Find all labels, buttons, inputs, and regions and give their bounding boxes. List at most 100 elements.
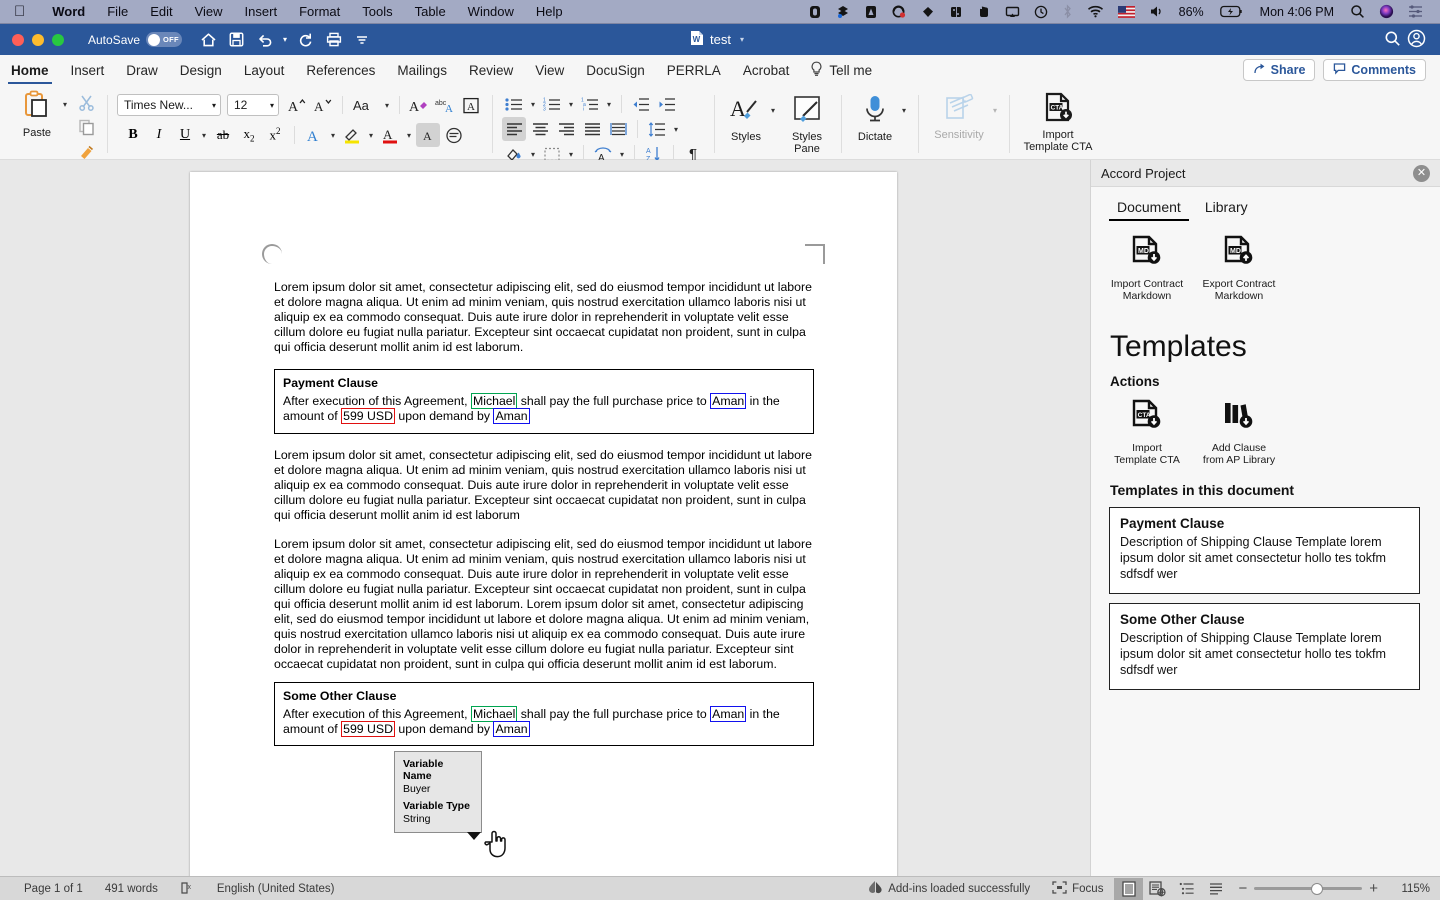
account-icon[interactable]: [1407, 29, 1426, 51]
acrobat-icon[interactable]: [857, 5, 885, 19]
evernote-icon[interactable]: [970, 5, 998, 19]
tab-mailings[interactable]: Mailings: [386, 56, 458, 84]
numbering-icon[interactable]: 123: [540, 92, 564, 116]
font-color-caret-icon[interactable]: ▾: [404, 131, 414, 140]
import-template-cta-pane-button[interactable]: CTA Import Template CTA: [1109, 399, 1185, 466]
document-canvas[interactable]: Lorem ipsum dolor sit amet, consectetur …: [0, 160, 1090, 876]
tab-layout[interactable]: Layout: [233, 56, 296, 84]
tab-perrla[interactable]: PERRLA: [656, 56, 732, 84]
add-clause-from-library-button[interactable]: Add Clause from AP Library: [1201, 399, 1277, 466]
styles-caret-icon[interactable]: ▾: [768, 106, 778, 115]
tab-insert[interactable]: Insert: [60, 56, 116, 84]
tab-document[interactable]: Document: [1105, 199, 1193, 221]
web-layout-icon[interactable]: [1143, 878, 1172, 900]
text-effects-caret-icon[interactable]: ▾: [328, 131, 338, 140]
minimize-window-button[interactable]: [32, 33, 44, 46]
flag-us-icon[interactable]: [1111, 5, 1142, 18]
word-count[interactable]: 491 words: [94, 883, 169, 895]
dropbox-icon[interactable]: [829, 5, 857, 19]
apple-icon[interactable]: : [14, 4, 25, 19]
paste-caret-icon[interactable]: ▾: [60, 100, 70, 109]
menu-item-window[interactable]: Window: [457, 4, 525, 19]
maximize-window-button[interactable]: [52, 33, 64, 46]
menu-item-tools[interactable]: Tools: [351, 4, 403, 19]
share-button[interactable]: Share: [1242, 59, 1316, 81]
grow-font-icon[interactable]: A: [285, 93, 309, 117]
font-name-combo[interactable]: Times New... ▾: [117, 94, 221, 116]
multilevel-caret-icon[interactable]: ▾: [604, 100, 614, 109]
styles-pane-button[interactable]: Styles Pane: [782, 92, 832, 155]
dictate-button[interactable]: Dictate: [851, 92, 899, 143]
zoom-slider[interactable]: − +: [1230, 880, 1386, 897]
menu-item-help[interactable]: Help: [525, 4, 574, 19]
wifi-icon[interactable]: [1080, 5, 1111, 18]
autosave-toggle[interactable]: OFF: [146, 32, 183, 47]
draft-icon[interactable]: [1201, 878, 1230, 900]
text-color-effects-icon[interactable]: A: [302, 123, 326, 147]
tell-me-button[interactable]: Tell me: [800, 61, 882, 80]
clause-other[interactable]: Some Other Clause After execution of thi…: [274, 681, 814, 747]
change-case-icon[interactable]: Aa: [350, 93, 380, 117]
variable-amount-2[interactable]: 599 USD: [341, 721, 396, 738]
zoom-level[interactable]: 115%: [1386, 883, 1430, 895]
tab-review[interactable]: Review: [458, 56, 524, 84]
bold-button[interactable]: B: [121, 123, 145, 147]
tab-draw[interactable]: Draw: [115, 56, 169, 84]
proofing-icon[interactable]: x: [169, 881, 206, 896]
zoom-out-button[interactable]: −: [1238, 880, 1247, 897]
align-center-button[interactable]: [528, 117, 552, 141]
variable-buyer-2[interactable]: Michael: [470, 705, 518, 722]
shrink-font-icon[interactable]: A: [311, 93, 335, 117]
zoom-track[interactable]: [1254, 882, 1363, 895]
close-window-button[interactable]: [12, 33, 24, 46]
template-card-payment-clause[interactable]: Payment Clause Description of Shipping C…: [1109, 507, 1420, 594]
dictate-caret-icon[interactable]: ▾: [899, 106, 909, 115]
variable-buyer[interactable]: Michael: [470, 393, 518, 409]
font-color-icon[interactable]: A: [378, 123, 402, 147]
airplay-icon[interactable]: [998, 5, 1027, 19]
line-spacing-caret-icon[interactable]: ▾: [671, 125, 681, 134]
chevron-down-icon[interactable]: ▾: [737, 35, 747, 44]
cleanmymac-icon[interactable]: [885, 5, 914, 19]
time-machine-icon[interactable]: [1027, 5, 1055, 19]
template-card-some-other-clause[interactable]: Some Other Clause Description of Shippin…: [1109, 602, 1420, 690]
menu-item-table[interactable]: Table: [404, 4, 457, 19]
search-icon[interactable]: [1343, 4, 1372, 19]
tab-docusign[interactable]: DocuSign: [575, 56, 656, 84]
siri-icon[interactable]: [1372, 4, 1401, 19]
variable-seller-2[interactable]: Aman: [710, 705, 747, 722]
grid-icon[interactable]: [942, 5, 970, 19]
underline-caret-icon[interactable]: ▾: [199, 131, 209, 140]
document-body[interactable]: Lorem ipsum dolor sit amet, consectetur …: [274, 280, 814, 760]
numbering-caret-icon[interactable]: ▾: [566, 100, 576, 109]
sensitivity-button[interactable]: Sensitivity: [928, 92, 990, 141]
more-commands-icon[interactable]: [349, 28, 374, 52]
clear-formatting-icon[interactable]: A: [407, 93, 431, 117]
import-template-cta-button[interactable]: CTA Import Template CTA: [1019, 90, 1097, 153]
variable-seller[interactable]: Aman: [710, 393, 747, 409]
increase-indent-icon[interactable]: [655, 92, 679, 116]
italic-button[interactable]: I: [147, 123, 171, 147]
align-left-button[interactable]: [502, 117, 526, 141]
superscript-button[interactable]: x2: [263, 123, 287, 147]
page-indicator[interactable]: Page 1 of 1: [0, 883, 94, 895]
zoom-knob[interactable]: [1311, 882, 1324, 895]
highlight-color-icon[interactable]: [340, 123, 364, 147]
print-layout-icon[interactable]: [1114, 877, 1144, 900]
battery-charging-icon[interactable]: [1213, 5, 1251, 18]
multilevel-list-icon[interactable]: 1ai: [578, 92, 602, 116]
outline-icon[interactable]: [1172, 878, 1201, 900]
zoom-in-button[interactable]: +: [1369, 880, 1378, 897]
decrease-indent-icon[interactable]: [629, 92, 653, 116]
home-icon[interactable]: [196, 28, 221, 52]
character-shading-button[interactable]: A: [416, 123, 440, 147]
bullets-icon[interactable]: [502, 92, 526, 116]
align-right-button[interactable]: [554, 117, 578, 141]
font-size-combo[interactable]: 12 ▾: [227, 94, 279, 116]
variable-payee[interactable]: Aman: [493, 408, 530, 425]
highlight-caret-icon[interactable]: ▾: [366, 131, 376, 140]
clause-payment[interactable]: Payment Clause After execution of this A…: [274, 369, 814, 434]
print-icon[interactable]: [321, 28, 346, 52]
export-contract-markdown-button[interactable]: MD Export Contract Markdown: [1201, 235, 1277, 302]
shading-caret-icon[interactable]: ▾: [528, 150, 538, 159]
